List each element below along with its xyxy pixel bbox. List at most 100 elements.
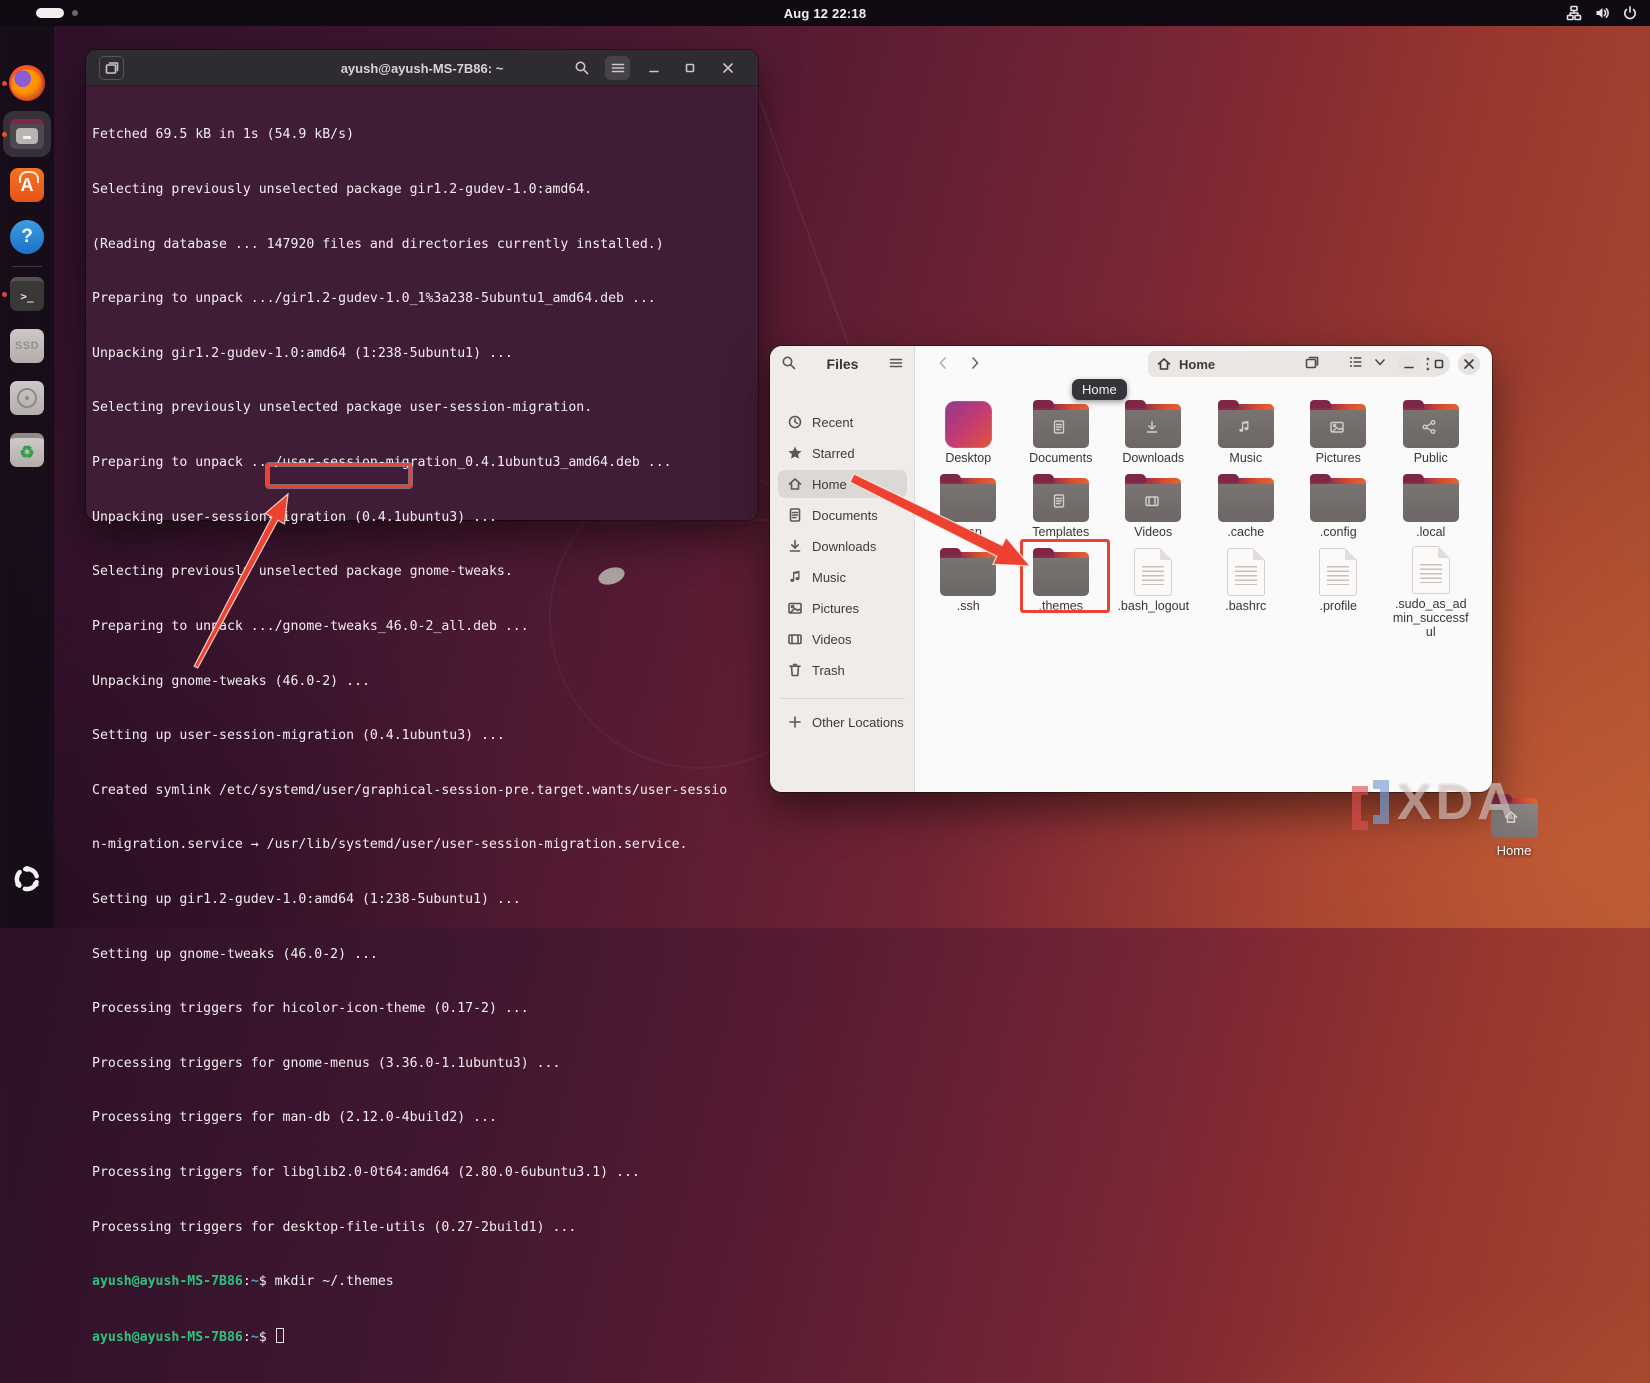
current-location-label: Home — [1179, 356, 1216, 372]
sidebar-item-music[interactable]: Music — [778, 563, 907, 591]
grid-item-label: Videos — [1134, 525, 1173, 539]
files-close-button[interactable] — [1458, 353, 1480, 375]
help-icon: ? — [10, 220, 44, 254]
sidebar-item-label: Music — [812, 569, 846, 585]
grid-item-label: .ssh — [956, 599, 980, 613]
terminal-window: ayush@ayush-MS-7B86: ~ Fetched 69.5 kB i… — [86, 50, 758, 1345]
grid-item-local[interactable]: .local — [1385, 472, 1478, 546]
grid-item-label: Desktop — [945, 451, 992, 465]
sidebar-item-videos[interactable]: Videos — [778, 625, 907, 653]
sidebar-item-label: Home — [812, 476, 847, 492]
list-view-toggle-button[interactable] — [1348, 354, 1364, 370]
grid-item-bash-logout[interactable]: .bash_logout — [1107, 546, 1200, 620]
grid-item-bashrc[interactable]: .bashrc — [1200, 546, 1293, 620]
grid-item-videos[interactable]: Videos — [1107, 472, 1200, 546]
terminal-line: Unpacking user-session-migration (0.4.1u… — [92, 509, 497, 525]
xda-watermark: XDA — [1352, 772, 1519, 832]
sidebar-item-home[interactable]: Home — [778, 470, 907, 498]
sidebar-item-other-locations[interactable]: Other Locations — [778, 708, 907, 736]
grid-item-ssh[interactable]: .ssh — [922, 546, 1015, 620]
dock-item-trash[interactable]: ♻ — [8, 431, 46, 469]
sidebar-header: Files — [770, 346, 915, 382]
grid-item-downloads[interactable]: Downloads — [1107, 398, 1200, 472]
dock-divider — [12, 266, 42, 267]
grid-item-profile[interactable]: .profile — [1292, 546, 1385, 620]
terminal-line: Processing triggers for desktop-file-uti… — [92, 1219, 577, 1235]
terminal-menu-button[interactable] — [605, 56, 630, 80]
grid-item-themes[interactable]: .themes — [1015, 546, 1108, 620]
terminal-line: Setting up user-session-migration (0.4.1… — [92, 728, 505, 744]
dock-item-firefox[interactable] — [8, 64, 46, 102]
dock-item-software[interactable]: A — [8, 166, 46, 204]
grid-item-label: .themes — [1038, 599, 1083, 613]
folder-icon — [1310, 400, 1367, 448]
sidebar-divider — [780, 698, 905, 699]
grid-item-label: .local — [1416, 525, 1446, 539]
dock-item-terminal[interactable]: >_ — [8, 275, 46, 313]
files-icon — [10, 119, 44, 149]
terminal-search-button[interactable] — [569, 56, 594, 80]
terminal-titlebar[interactable]: ayush@ayush-MS-7B86: ~ — [86, 50, 758, 86]
files-grid: Desktop Documents Downloads Music Pictur… — [922, 398, 1478, 639]
text-file-icon — [1134, 548, 1173, 596]
grid-item-sudo-as-admin-successful[interactable]: .sudo_as_admin_successful — [1385, 546, 1478, 639]
system-tray[interactable] — [1566, 0, 1638, 26]
dock-item-ssd-drive[interactable]: SSD — [8, 327, 46, 365]
grid-item-templates[interactable]: Templates — [1015, 472, 1108, 546]
folder-icon — [1217, 400, 1274, 448]
clock[interactable]: Aug 12 22:18 — [0, 6, 1650, 21]
grid-item-cache[interactable]: .cache — [1200, 472, 1293, 546]
grid-item-label: Documents — [1029, 451, 1093, 465]
terminal-maximize-button[interactable] — [677, 56, 702, 80]
prompt-path: ~ — [250, 1274, 259, 1290]
dock-item-files[interactable] — [8, 115, 46, 153]
dock-item-help[interactable]: ? — [8, 218, 46, 256]
files-minimize-button[interactable] — [1398, 353, 1420, 375]
sidebar-item-label: Trash — [812, 662, 845, 678]
sidebar-item-starred[interactable]: Starred — [778, 439, 907, 467]
files-menu-button[interactable] — [888, 355, 904, 371]
grid-item-label: snap — [954, 525, 982, 539]
grid-item-documents[interactable]: Documents — [1015, 398, 1108, 472]
highlighted-command: mkdir ~/.themes — [274, 1274, 394, 1290]
home-icon — [1157, 358, 1171, 370]
folder-icon — [1402, 400, 1459, 448]
dock-item-disk[interactable] — [8, 379, 46, 417]
firefox-icon — [9, 65, 45, 101]
terminal-close-button[interactable] — [715, 56, 740, 80]
terminal-prompt-glyph: >_ — [20, 289, 34, 303]
sidebar-item-trash[interactable]: Trash — [778, 656, 907, 684]
view-options-chevron[interactable] — [1372, 354, 1388, 370]
terminal-minimize-button[interactable] — [641, 56, 666, 80]
back-button[interactable] — [935, 355, 951, 371]
terminal-line: Preparing to unpack .../gnome-tweaks_46.… — [92, 618, 529, 634]
sidebar-item-pictures[interactable]: Pictures — [778, 594, 907, 622]
terminal-line: Preparing to unpack .../gir1.2-gudev-1.0… — [92, 291, 656, 307]
terminal-line: Setting up gir1.2-gudev-1.0:amd64 (1:238… — [92, 891, 521, 907]
grid-item-pictures[interactable]: Pictures — [1292, 398, 1385, 472]
terminal-line: Fetched 69.5 kB in 1s (54.9 kB/s) — [92, 127, 355, 143]
grid-item-config[interactable]: .config — [1292, 472, 1385, 546]
terminal-output[interactable]: Fetched 69.5 kB in 1s (54.9 kB/s) Select… — [86, 86, 758, 1345]
sidebar-item-recent[interactable]: Recent — [778, 408, 907, 436]
terminal-prompt-line: ayush@ayush-MS-7B86:~$ — [92, 1327, 752, 1347]
folder-icon — [1032, 474, 1089, 522]
dock-item-show-apps[interactable] — [8, 860, 46, 898]
desktop-home-label: Home — [1496, 843, 1532, 858]
terminal-line: Unpacking gnome-tweaks (46.0-2) ... — [92, 673, 370, 689]
sidebar-item-downloads[interactable]: Downloads — [778, 532, 907, 560]
terminal-line: Unpacking gir1.2-gudev-1.0:amd64 (1:238-… — [92, 345, 513, 361]
forward-button[interactable] — [967, 355, 983, 371]
folder-icon — [1032, 400, 1089, 448]
grid-item-snap[interactable]: snap — [922, 472, 1015, 546]
grid-item-desktop[interactable]: Desktop — [922, 398, 1015, 472]
tabs-overview-button[interactable] — [1304, 354, 1320, 370]
grid-item-public[interactable]: Public — [1385, 398, 1478, 472]
grid-item-label: .bash_logout — [1117, 599, 1190, 613]
grid-item-music[interactable]: Music — [1200, 398, 1293, 472]
files-maximize-button[interactable] — [1428, 353, 1450, 375]
prompt-colon: : — [242, 1274, 251, 1290]
sidebar-item-documents[interactable]: Documents — [778, 501, 907, 529]
sidebar-item-label: Downloads — [812, 538, 877, 554]
firefox-running-dot — [2, 81, 7, 86]
